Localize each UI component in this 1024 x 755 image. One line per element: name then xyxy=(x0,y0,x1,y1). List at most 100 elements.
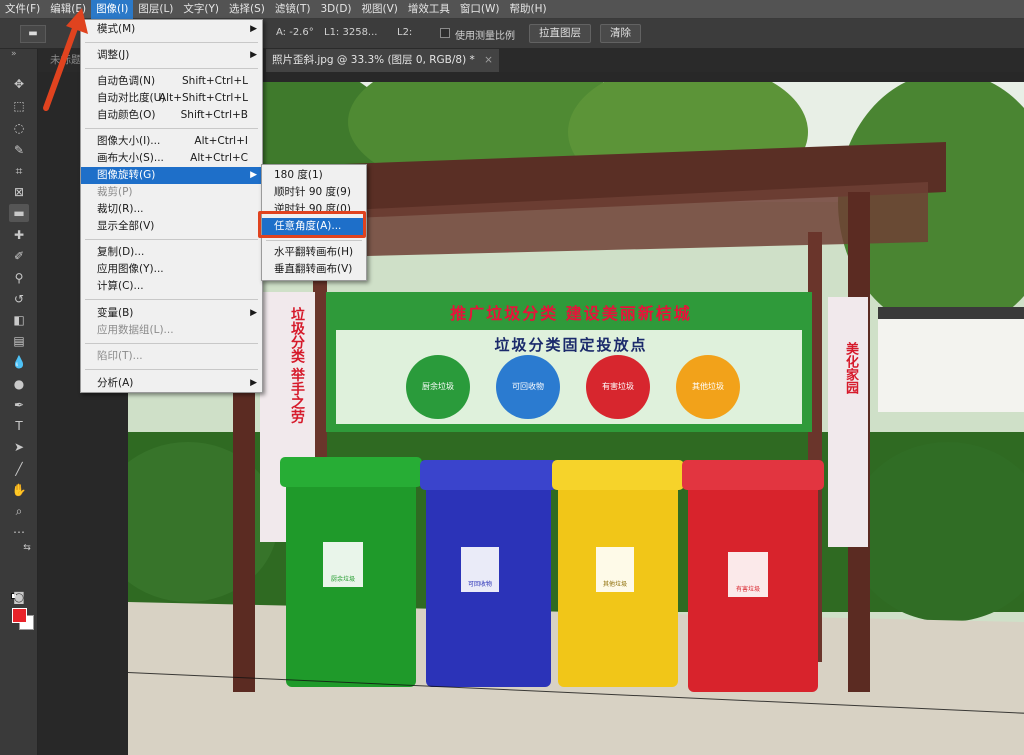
shortcut-label: Alt+Ctrl+I xyxy=(194,135,248,147)
menu-item-auto-color[interactable]: 自动颜色(O) Shift+Ctrl+B xyxy=(81,107,262,124)
menu-item-trap[interactable]: 陷印(T)... xyxy=(81,348,262,365)
swap-colors-icon[interactable]: ⇆ xyxy=(20,539,34,557)
marquee-tool-icon[interactable]: ⬚ xyxy=(9,97,29,115)
eraser-tool-icon[interactable]: ◧ xyxy=(9,311,29,329)
menu-item-apply-image[interactable]: 应用图像(Y)... xyxy=(81,261,262,278)
dodge-tool-icon[interactable]: ● xyxy=(9,375,29,393)
tab-label: 照片歪斜.jpg @ 33.3% (图层 0, RGB/8) * xyxy=(272,54,475,66)
menu-item-apply-data-set[interactable]: 应用数据组(L)... xyxy=(81,322,262,339)
highlight-callout xyxy=(258,211,366,238)
line-tool-icon[interactable]: ╱ xyxy=(9,460,29,478)
menu-item-label: 应用图像(Y)... xyxy=(97,263,164,275)
close-icon[interactable]: × xyxy=(484,54,493,66)
crop-tool-icon[interactable]: ⌗ xyxy=(9,162,29,180)
menu-item-label: 裁切(R)... xyxy=(97,203,144,215)
tab-active-document[interactable]: 照片歪斜.jpg @ 33.3% (图层 0, RGB/8) * × xyxy=(266,49,499,72)
blur-tool-icon[interactable]: 💧 xyxy=(9,353,29,371)
menu-item-analysis[interactable]: 分析(A) ▶ xyxy=(81,375,262,392)
menu-item-trim[interactable]: 裁切(R)... xyxy=(81,201,262,218)
menu-item-variables[interactable]: 变量(B) ▶ xyxy=(81,305,262,322)
path-select-icon[interactable]: ➤ xyxy=(9,438,29,456)
menu-separator xyxy=(266,240,362,241)
menu-view[interactable]: 视图(V) xyxy=(357,0,403,19)
menu-layer[interactable]: 图层(L) xyxy=(133,0,178,19)
length-readout: L1: 3258... xyxy=(324,27,378,38)
clone-stamp-icon[interactable]: ⚲ xyxy=(9,269,29,287)
straighten-layer-button[interactable]: 拉直图层 xyxy=(529,24,591,43)
menu-image[interactable]: 图像(I) xyxy=(91,0,134,19)
submenu-arrow-icon: ▶ xyxy=(250,378,257,388)
use-scale-label: 使用测量比例 xyxy=(455,31,515,42)
menu-item-label: 模式(M) xyxy=(97,23,136,35)
zoom-tool-icon[interactable]: ⌕ xyxy=(9,502,29,520)
menu-item-image-size[interactable]: 图像大小(I)... Alt+Ctrl+I xyxy=(81,133,262,150)
submenu-item-flip-horizontal[interactable]: 水平翻转画布(H) xyxy=(262,244,366,261)
submenu-item-rotate-cw-90[interactable]: 顺时针 90 度(9) xyxy=(262,184,366,201)
menu-separator xyxy=(85,42,258,43)
menu-window[interactable]: 窗口(W) xyxy=(455,0,505,19)
type-tool-icon[interactable]: T xyxy=(9,417,29,435)
menu-separator xyxy=(85,239,258,240)
collapse-icon[interactable]: » xyxy=(11,49,17,59)
lasso-tool-icon[interactable]: ◌ xyxy=(9,119,29,137)
ruler-tool-icon[interactable]: ▬ xyxy=(9,204,29,222)
menu-item-label: 变量(B) xyxy=(97,307,134,319)
banner-title: 推广垃圾分类 建设美丽新桔城 xyxy=(450,304,692,323)
menu-type[interactable]: 文字(Y) xyxy=(178,0,224,19)
menu-item-auto-tone[interactable]: 自动色调(N) Shift+Ctrl+L xyxy=(81,73,262,90)
menu-select[interactable]: 选择(S) xyxy=(224,0,270,19)
menu-item-label: 自动对比度(U) xyxy=(97,92,166,104)
menu-item-auto-contrast[interactable]: 自动对比度(U) Alt+Shift+Ctrl+L xyxy=(81,90,262,107)
image-menu: 模式(M) ▶ 调整(J) ▶ 自动色调(N) Shift+Ctrl+L 自动对比度(… xyxy=(80,19,263,393)
menu-item-duplicate[interactable]: 复制(D)... xyxy=(81,244,262,261)
bin-label-green: 厨余垃圾 xyxy=(330,576,355,583)
submenu-item-flip-vertical[interactable]: 垂直翻转画布(V) xyxy=(262,261,366,278)
menu-item-label: 调整(J) xyxy=(97,49,130,61)
menu-item-adjust[interactable]: 调整(J) ▶ xyxy=(81,47,262,64)
submenu-item-rotate-180[interactable]: 180 度(1) xyxy=(262,167,366,184)
bin-label-red: 有害垃圾 xyxy=(735,586,760,593)
submenu-arrow-icon: ▶ xyxy=(250,308,257,318)
hand-tool-icon[interactable]: ✋ xyxy=(9,481,29,499)
use-scale-checkbox[interactable] xyxy=(440,28,450,38)
menu-item-calculations[interactable]: 计算(C)... xyxy=(81,278,262,295)
menu-item-label: 复制(D)... xyxy=(97,246,145,258)
shortcut-label: Shift+Ctrl+L xyxy=(182,75,248,87)
menu-item-label: 计算(C)... xyxy=(97,280,144,292)
angle-readout: A: -2.6° xyxy=(276,27,314,38)
shortcut-label: Alt+Ctrl+C xyxy=(190,152,248,164)
history-brush-icon[interactable]: ↺ xyxy=(9,290,29,308)
quick-select-icon[interactable]: ✎ xyxy=(9,141,29,159)
brush-tool-icon[interactable]: ✐ xyxy=(9,247,29,265)
menu-item-label: 画布大小(S)... xyxy=(97,152,164,164)
menu-item-image-rotation[interactable]: 图像旋转(G) ▶ xyxy=(81,167,262,184)
menu-filter[interactable]: 滤镜(T) xyxy=(270,0,316,19)
frame-tool-icon[interactable]: ⊠ xyxy=(9,183,29,201)
menu-separator xyxy=(85,68,258,69)
move-tool-icon[interactable]: ✥ xyxy=(9,75,29,93)
foreground-color-swatch[interactable] xyxy=(12,608,27,623)
menu-item-reveal-all[interactable]: 显示全部(V) xyxy=(81,218,262,235)
menu-3d[interactable]: 3D(D) xyxy=(315,0,356,19)
right-panel-text: 美化家园 xyxy=(843,342,858,394)
annotation-arrow-icon xyxy=(43,8,88,111)
menu-separator xyxy=(85,299,258,300)
healing-brush-icon[interactable]: ✚ xyxy=(9,226,29,244)
menu-item-label: 陷印(T)... xyxy=(97,350,143,362)
quick-mask-icon[interactable]: ◙ xyxy=(9,588,29,606)
gradient-tool-icon[interactable]: ▤ xyxy=(9,332,29,350)
banner-subtitle: 垃圾分类固定投放点 xyxy=(494,336,648,354)
menu-item-canvas-size[interactable]: 画布大小(S)... Alt+Ctrl+C xyxy=(81,150,262,167)
menu-item-crop[interactable]: 裁剪(P) xyxy=(81,184,262,201)
menu-separator xyxy=(85,369,258,370)
pen-tool-icon[interactable]: ✒ xyxy=(9,396,29,414)
circle-label-other: 其他垃圾 xyxy=(692,382,724,391)
menu-item-mode[interactable]: 模式(M) ▶ xyxy=(81,21,262,38)
clear-button[interactable]: 清除 xyxy=(600,24,641,43)
menu-plugins[interactable]: 增效工具 xyxy=(403,0,455,19)
menu-item-label: 应用数据组(L)... xyxy=(97,324,174,336)
menu-help[interactable]: 帮助(H) xyxy=(505,0,552,19)
menu-bar: 文件(F) 编辑(E) 图像(I) 图层(L) 文字(Y) 选择(S) 滤镜(T… xyxy=(0,0,1024,19)
left-panel-text: 垃圾分类 举手之劳 xyxy=(289,307,305,424)
length2-readout: L2: xyxy=(397,27,413,38)
